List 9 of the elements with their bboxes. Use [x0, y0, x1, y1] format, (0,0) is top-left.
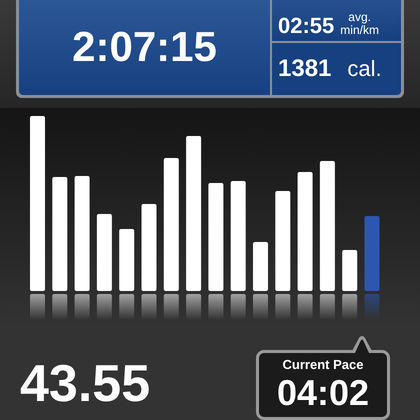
calories-unit: cal. — [347, 58, 382, 80]
current-pace-value: 04:02 — [276, 375, 370, 411]
current-pace-label: Current Pace — [282, 358, 364, 371]
duration-value: 2:07:15 — [72, 26, 217, 68]
calories-value: 1381 — [278, 57, 332, 81]
average-label: avg. — [348, 11, 371, 23]
distance-value: 43.55 — [20, 358, 150, 410]
average-pace-value: 02:55 — [278, 15, 334, 37]
pace-unit: min/km — [340, 23, 379, 37]
